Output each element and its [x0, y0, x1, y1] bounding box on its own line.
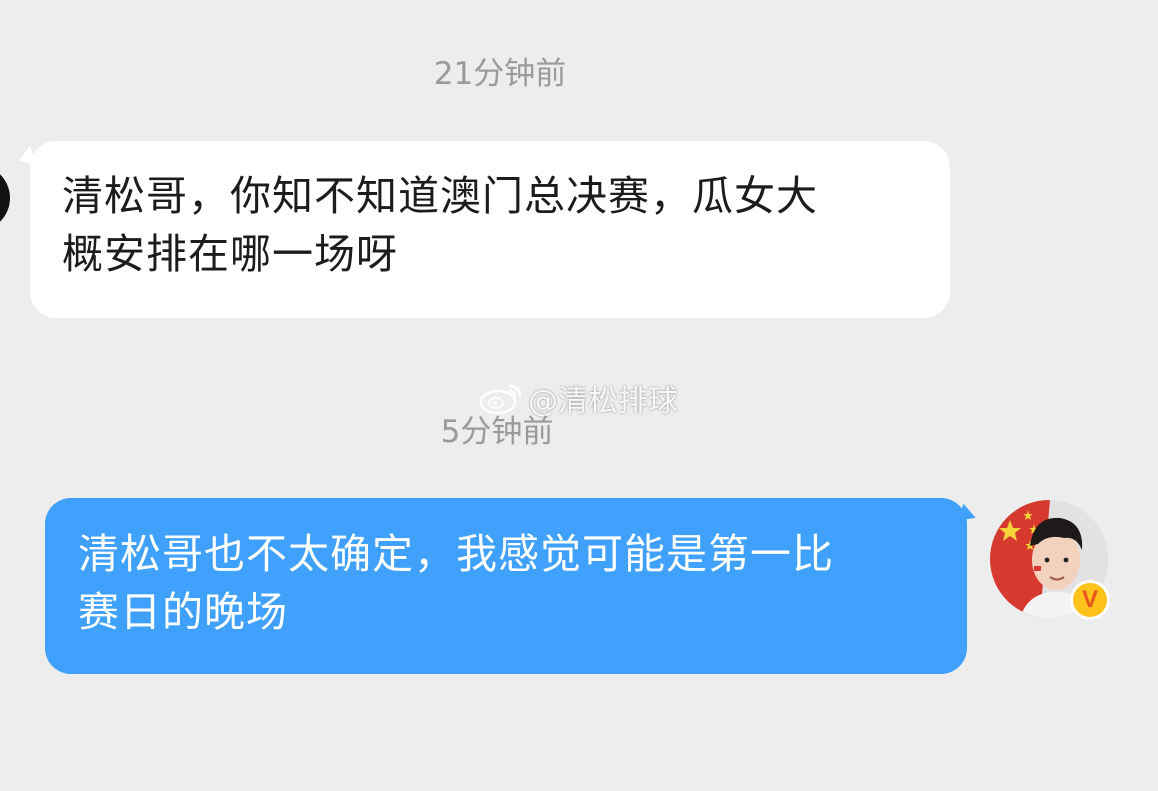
message-text-line: 清松哥也不太确定，我感觉可能是第一比 [78, 530, 834, 578]
weibo-logo-icon [479, 384, 522, 415]
outgoing-message-bubble[interactable]: 清松哥也不太确定，我感觉可能是第一比 赛日的晚场 [45, 498, 967, 674]
message-text-line: 清松哥，你知不知道澳门总决赛，瓜女大 [62, 172, 818, 220]
timestamp-5-min-ago: 5分钟前 [440, 414, 554, 450]
message-text-line: 赛日的晚场 [78, 588, 288, 636]
sender-avatar[interactable] [0, 165, 10, 231]
message-text-line: 概安排在哪一场呀 [62, 230, 398, 278]
timestamp-21-min-ago: 21分钟前 [433, 56, 567, 92]
incoming-message-bubble[interactable]: 清松哥，你知不知道澳门总决赛，瓜女大 概安排在哪一场呀 [30, 141, 950, 318]
verified-badge-icon: V [1070, 580, 1110, 620]
